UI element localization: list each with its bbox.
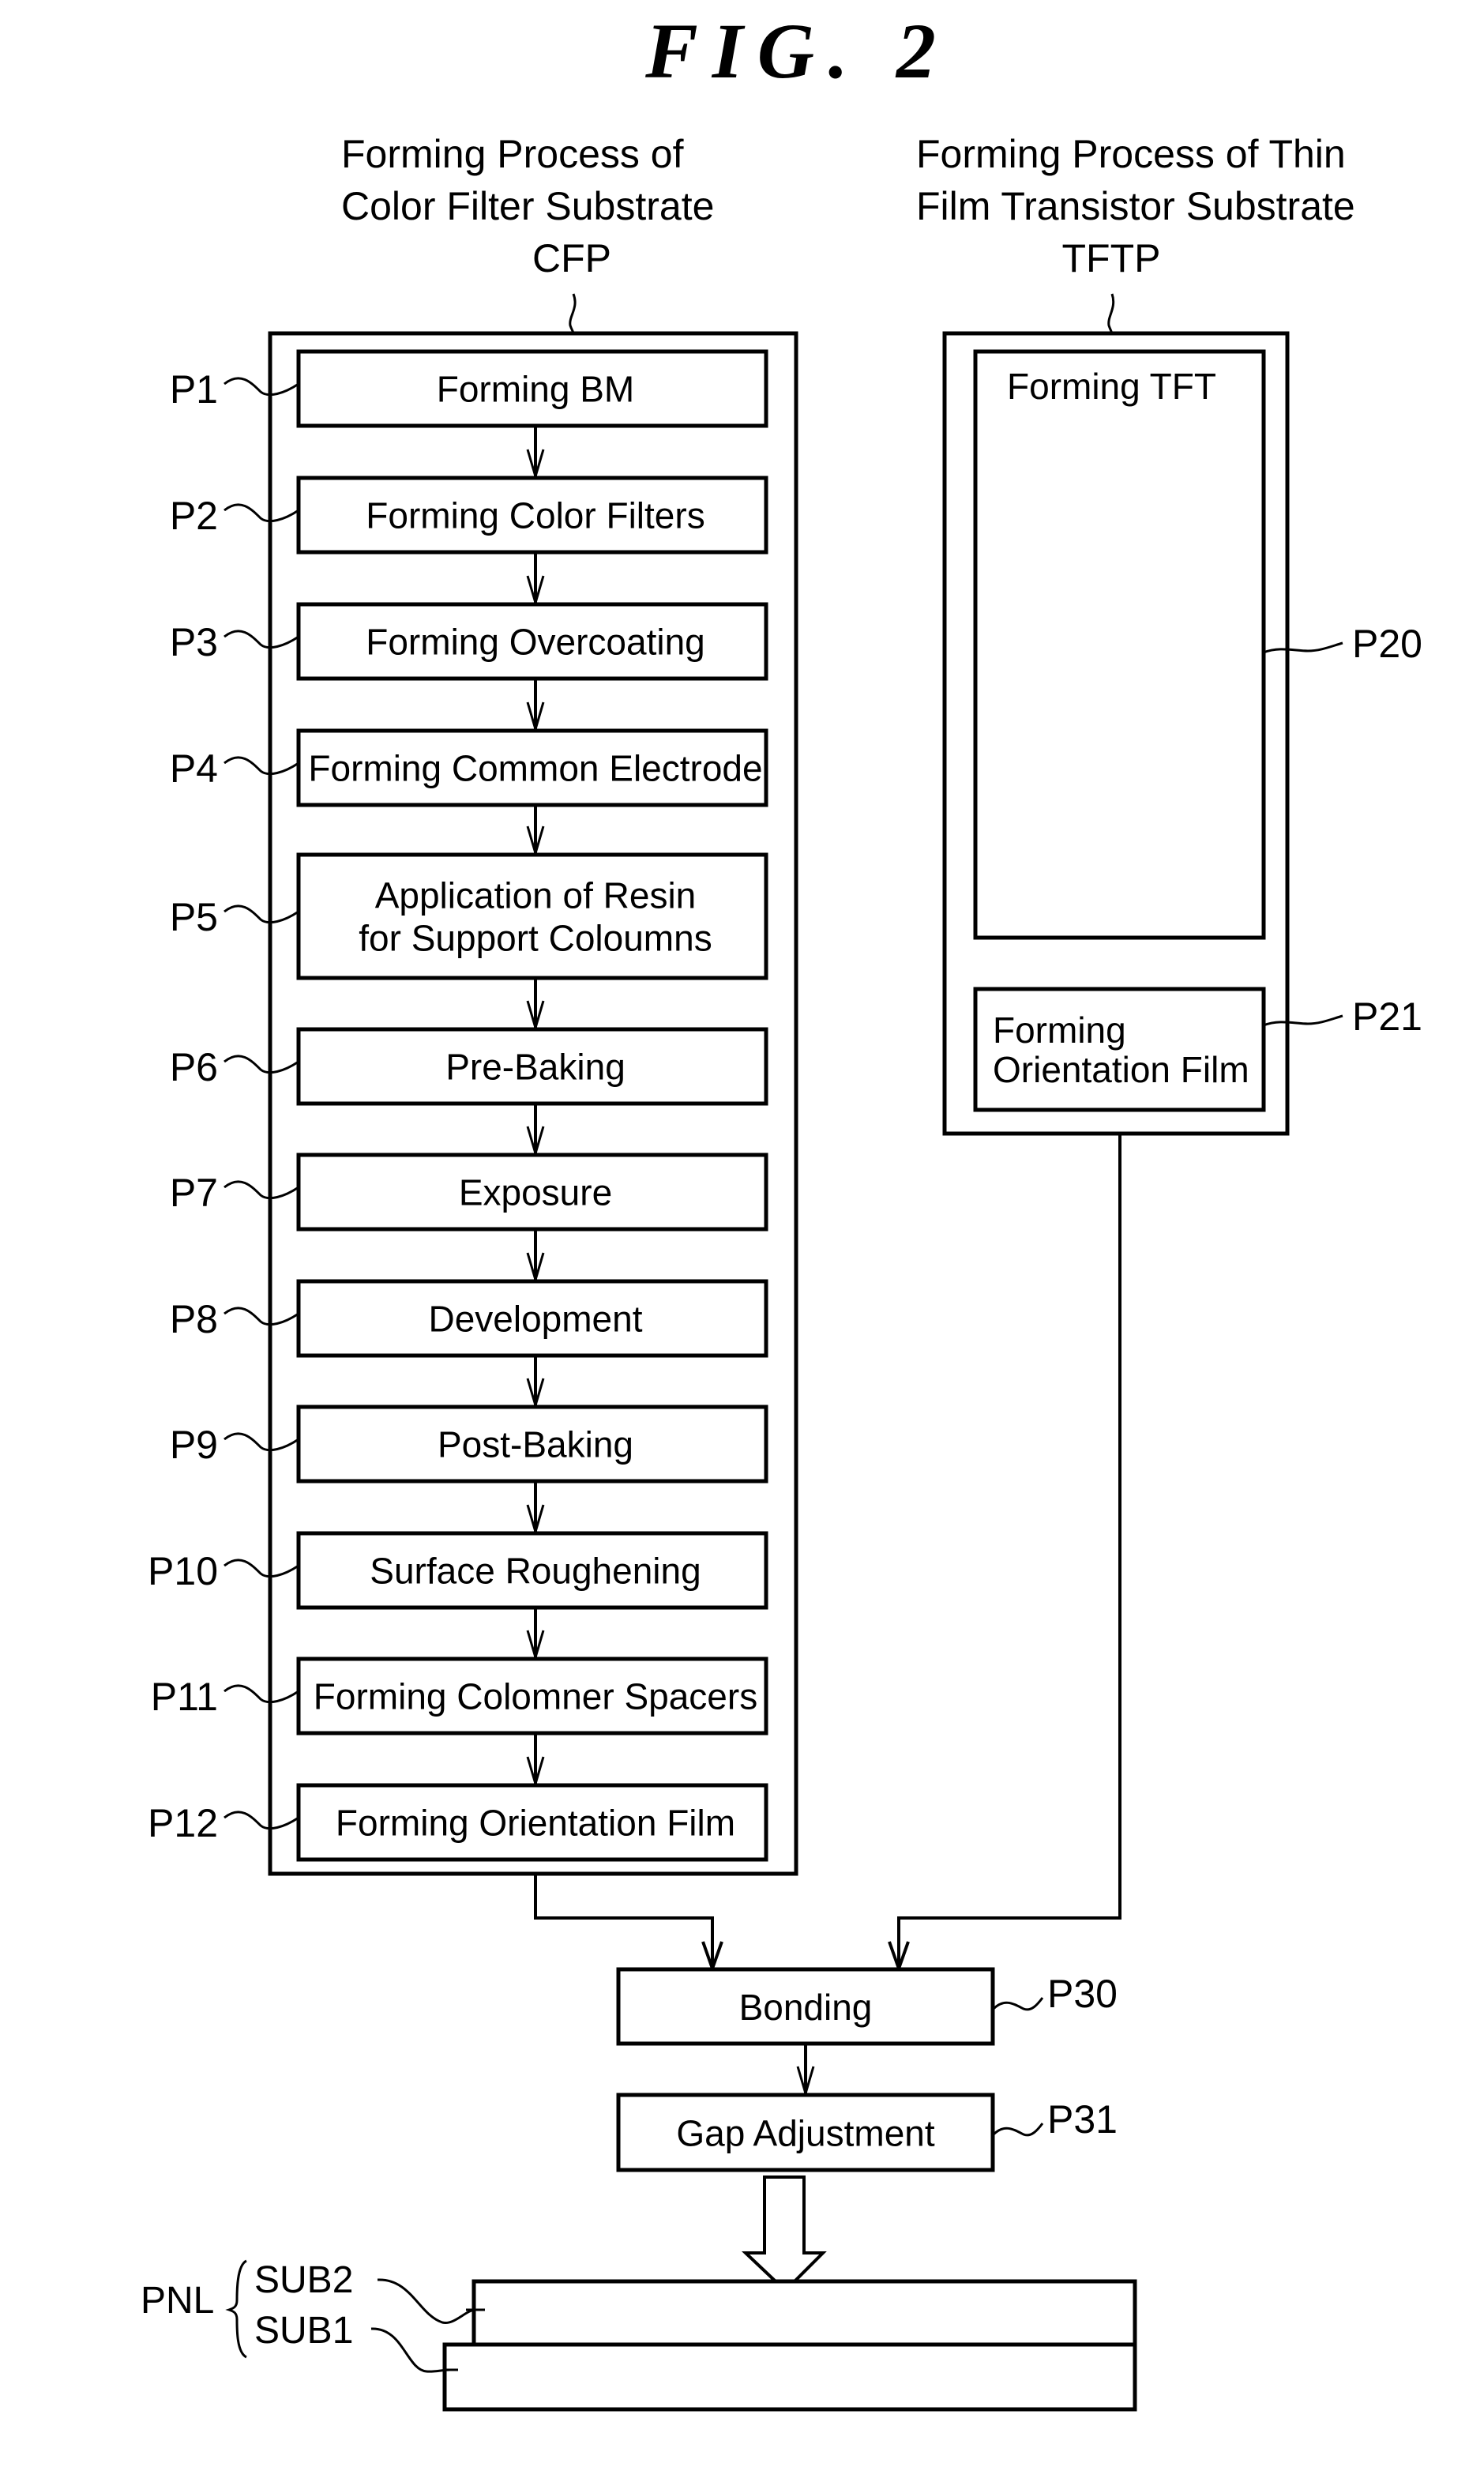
cfp-heading-line-2: Color Filter Substrate	[341, 184, 714, 228]
cfp-step-label: Surface Roughening	[370, 1551, 701, 1592]
step-ref-label: P30	[1047, 1972, 1118, 2016]
cfp-step-label: Forming Overcoating	[366, 622, 705, 663]
step-ref-label: P3	[170, 620, 218, 664]
step-ref-label: P21	[1352, 995, 1422, 1039]
cfp-step-label: Forming Color Filters	[366, 495, 704, 536]
tftp-step-label: Forming TFT	[1007, 366, 1216, 407]
cfp-step-label: Forming Common Electrode	[308, 748, 762, 789]
final-step-p30: Bonding P30	[616, 1967, 1118, 2098]
cfp-to-bonding-connector	[534, 1874, 714, 1967]
cfp-heading: Forming Process of Color Filter Substrat…	[341, 132, 714, 280]
step-ref-label: P20	[1352, 622, 1422, 666]
final-steps: Bonding P30 Gap Adjustment P31	[616, 1967, 1118, 2172]
cfp-step-label: Application of Resin	[375, 875, 697, 916]
step-ref-label: P10	[148, 1549, 218, 1593]
step-ref-label: P12	[148, 1801, 218, 1845]
cfp-step-label: Post-Baking	[438, 1424, 633, 1465]
cfp-step-box	[296, 852, 768, 980]
panel-group-label: PNL	[141, 2280, 214, 2322]
step-ref-label: P4	[170, 746, 218, 791]
step-ref-label: P1	[170, 367, 218, 412]
panel-group-brace	[225, 2259, 247, 2359]
cfp-step-label: Forming Orientation Film	[336, 1803, 735, 1844]
step-ref-label: P2	[170, 494, 218, 538]
sub1-label: SUB1	[254, 2310, 353, 2352]
tftp-heading-line-2: Film Transistor Substrate	[916, 184, 1355, 228]
cfp-heading-code: CFP	[532, 236, 611, 280]
tftp-step-box	[973, 349, 1266, 940]
sub2-label: SUB2	[254, 2259, 353, 2301]
step-ref-label: P5	[170, 895, 218, 939]
tftp-step-label: Forming	[993, 1010, 1126, 1051]
cfp-heading-line-1: Forming Process of	[341, 132, 684, 176]
hollow-down-arrow-icon	[741, 2176, 827, 2283]
cfp-step-label: Forming Colomner Spacers	[314, 1676, 757, 1717]
cfp-step-p12: Forming Orientation Film P12	[148, 1783, 768, 1862]
tftp-heading-line-1: Forming Process of Thin	[916, 132, 1346, 176]
cfp-step-label: for Support Coloumns	[359, 918, 712, 959]
cfp-step-label: Exposure	[459, 1172, 612, 1213]
ref-leader-squiggle	[992, 2123, 1044, 2137]
cfp-leader-squiggle	[569, 293, 577, 334]
step-ref-label: P11	[151, 1675, 218, 1719]
sub2-leader-line	[377, 2278, 485, 2324]
panel-substrate-sub1	[442, 2342, 1137, 2412]
tftp-steps: Forming TFT P20 FormingOrientation Film P21	[973, 349, 1422, 1112]
tftp-leader-squiggle	[1107, 293, 1115, 336]
tftp-to-bonding-connector	[897, 1134, 1121, 1967]
process-flow-diagram: FIG. 2 Forming Process of Color Filter S…	[141, 7, 1422, 2412]
tftp-heading: Forming Process of Thin Film Transistor …	[916, 132, 1355, 280]
cfp-step-label: Development	[428, 1299, 642, 1340]
step-ref-label: P8	[170, 1297, 218, 1341]
final-step-p31: Gap Adjustment P31	[616, 2093, 1118, 2172]
panel-assembly: PNL SUB2 SUB1	[141, 2259, 1137, 2412]
step-ref-label: P9	[170, 1423, 218, 1467]
panel-substrate-sub2	[471, 2279, 1137, 2347]
step-ref-label: P7	[170, 1171, 218, 1215]
tftp-step-label: Orientation Film	[993, 1049, 1249, 1090]
cfp-step-label: Pre-Baking	[445, 1047, 626, 1088]
step-ref-label: P31	[1047, 2097, 1118, 2142]
figure-title: FIG. 2	[644, 7, 950, 95]
tftp-step-p20: Forming TFT P20	[973, 349, 1422, 940]
step-ref-label: P6	[170, 1045, 218, 1089]
cfp-step-label: Forming BM	[437, 369, 634, 410]
final-step-label: Gap Adjustment	[676, 2113, 935, 2154]
tftp-step-p21: FormingOrientation Film P21	[973, 987, 1422, 1112]
ref-leader-squiggle	[992, 1997, 1044, 2011]
tftp-heading-code: TFTP	[1062, 236, 1161, 280]
final-step-label: Bonding	[739, 1987, 873, 2028]
